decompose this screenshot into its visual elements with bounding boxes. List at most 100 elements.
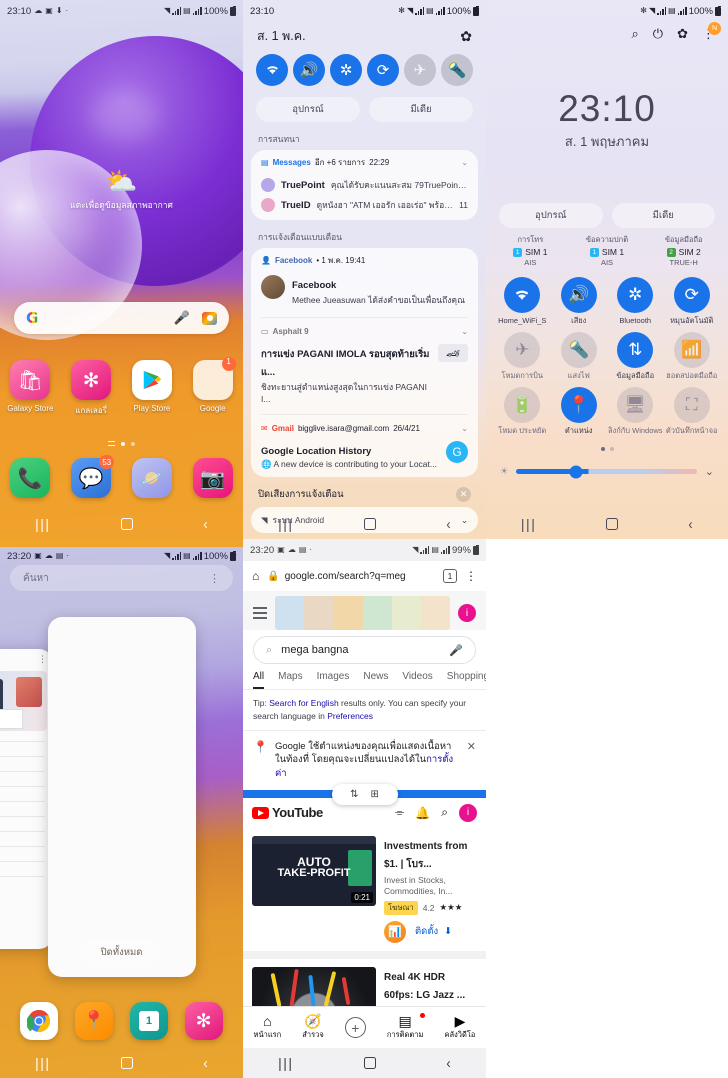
omnibox[interactable]: 🔒 google.com/search?q=meg bbox=[267, 571, 435, 582]
facebook-notification[interactable]: 👤 Facebook • 1 พ.ค. 19:41 bbox=[251, 248, 478, 273]
ad-install-row[interactable]: 📊 ติดตั้ง ⬇ bbox=[384, 920, 477, 943]
tile-flashlight[interactable]: 🔦 แสงไฟ bbox=[551, 332, 608, 380]
chrome-icon[interactable] bbox=[20, 1002, 59, 1040]
avatar[interactable]: i bbox=[459, 803, 477, 822]
home-icon[interactable]: ⌂ bbox=[252, 569, 259, 583]
dock-internet[interactable]: 🪐 bbox=[126, 458, 178, 498]
tile-sound[interactable]: 🔊 เสียง bbox=[551, 277, 608, 325]
kebab-menu-icon[interactable]: ⋮ bbox=[38, 654, 47, 665]
sim-calls[interactable]: การโทร 1 SIM 1 AIS bbox=[492, 234, 569, 267]
tile-wifi[interactable]: Home_WiFi_S bbox=[494, 277, 551, 325]
recents-search-bar[interactable]: ค้นหา ⋮ bbox=[10, 565, 233, 591]
chevron-down-icon[interactable]: ⌄ bbox=[461, 424, 468, 433]
ad-thumbnail[interactable]: AUTO TAKE-PROFIT 0:21 bbox=[252, 835, 376, 906]
search-icon[interactable]: ⌕ bbox=[441, 805, 448, 820]
page-dot[interactable] bbox=[609, 447, 614, 451]
chevron-down-icon[interactable]: ⌄ bbox=[461, 327, 468, 336]
avatar[interactable]: i bbox=[458, 604, 476, 622]
split-handle[interactable]: ⇅ ⊞ bbox=[331, 783, 398, 805]
yt-nav-create[interactable]: + bbox=[344, 1017, 366, 1038]
app-google-folder[interactable]: 1 Google bbox=[187, 357, 239, 417]
asphalt-notification-body[interactable]: การแข่ง PAGANI IMOLA รอบสุดท้ายเริ่มแ...… bbox=[251, 342, 478, 411]
power-icon[interactable]: ⏻ bbox=[653, 26, 663, 42]
page-dot-active[interactable] bbox=[600, 447, 605, 451]
google-search-widget[interactable]: G 🎤 bbox=[14, 302, 229, 334]
dock-camera[interactable]: 📷 bbox=[187, 458, 239, 498]
dock-messages[interactable]: 💬 53 bbox=[65, 455, 117, 498]
maps-icon[interactable]: 📍 bbox=[75, 1002, 114, 1040]
app-galaxy-store[interactable]: 🛍 Galaxy Store bbox=[4, 360, 56, 417]
google-search-box[interactable]: ⌕ mega bangna 🎤 bbox=[253, 636, 476, 664]
flashlight-toggle[interactable]: 🔦 bbox=[441, 54, 473, 86]
devices-pill[interactable]: อุปกรณ์ bbox=[499, 203, 603, 228]
split-screen-divider[interactable]: ⇅ ⊞ bbox=[243, 783, 486, 805]
recent-card-center[interactable] bbox=[48, 617, 196, 977]
tile-hotspot[interactable]: 📶 ฮอตสปอตมือถือ bbox=[664, 332, 721, 380]
swap-icon[interactable]: ⇅ bbox=[350, 789, 358, 800]
devices-pill[interactable]: อุปกรณ์ bbox=[256, 97, 360, 122]
tab-shopping[interactable]: Shopping bbox=[447, 671, 486, 689]
recent-card-left[interactable]: ⋮ bbox=[0, 649, 53, 949]
recents-button[interactable]: ||| bbox=[278, 1055, 293, 1071]
yt-nav-subscriptions[interactable]: ▤ การติดตาม bbox=[387, 1012, 425, 1041]
gallery-flower-icon[interactable]: ✻ bbox=[184, 1002, 223, 1040]
weather-widget[interactable]: ⛅ แตะเพื่อดูข้อมูลสภาพอากาศ bbox=[0, 168, 243, 212]
recents-button[interactable]: ||| bbox=[521, 516, 536, 532]
recents-button[interactable]: ||| bbox=[35, 1055, 50, 1071]
yt-nav-library[interactable]: ▶ คลังวิดีโอ bbox=[445, 1013, 476, 1041]
close-all-button[interactable]: ปิดทั้งหมด bbox=[80, 939, 163, 966]
tab-all[interactable]: All bbox=[253, 671, 265, 689]
sim-sms[interactable]: ข้อความปกติ 1 SIM 1 AIS bbox=[569, 234, 646, 267]
cast-icon[interactable]: ⌯ bbox=[395, 805, 405, 820]
dock-phone[interactable]: 📞 bbox=[4, 458, 56, 498]
tile-location[interactable]: 📍 ตำแหน่ง bbox=[551, 387, 608, 435]
tile-mobile-data[interactable]: ⇅ ข้อมูลมือถือ bbox=[607, 332, 664, 380]
close-icon[interactable]: ✕ bbox=[467, 740, 476, 753]
youtube-logo[interactable]: YouTube bbox=[252, 805, 323, 820]
lens-icon[interactable] bbox=[202, 311, 217, 325]
tip-link-english[interactable]: Search for English bbox=[269, 698, 338, 708]
kebab-menu-icon[interactable]: ⋮ N bbox=[702, 22, 721, 42]
notification-item[interactable]: TruePoint คุณได้รับคะแนนสะสม 79TruePoint… bbox=[251, 175, 478, 195]
wifi-toggle[interactable] bbox=[256, 54, 288, 86]
home-button[interactable] bbox=[120, 518, 133, 530]
search-icon[interactable]: ⌕ bbox=[632, 26, 639, 42]
page-dot-active[interactable] bbox=[121, 441, 125, 446]
back-button[interactable]: ‹ bbox=[203, 1055, 207, 1072]
tab-counter-button[interactable]: 1 bbox=[443, 569, 457, 583]
mic-icon[interactable]: 🎤 bbox=[449, 644, 463, 657]
tile-power-saving[interactable]: 🔋 โหมด ประหยัด bbox=[494, 387, 551, 435]
tab-images[interactable]: Images bbox=[317, 671, 350, 689]
close-icon[interactable]: ✕ bbox=[456, 487, 471, 502]
airplane-toggle[interactable]: ✈ bbox=[404, 54, 436, 86]
home-button[interactable] bbox=[606, 518, 619, 530]
slider-knob[interactable] bbox=[569, 465, 583, 478]
tile-link-windows[interactable]: 🖥 ลิงก์กับ Windows bbox=[607, 387, 664, 435]
gear-icon[interactable]: ✿ bbox=[460, 28, 472, 45]
kebab-menu-icon[interactable]: ⋮ bbox=[209, 572, 220, 585]
tile-airplane[interactable]: ✈ โหมดการบิน bbox=[494, 332, 551, 380]
gear-icon[interactable]: ✿ bbox=[677, 26, 688, 42]
tip-link-preferences[interactable]: Preferences bbox=[327, 711, 373, 721]
sound-toggle[interactable]: 🔊 bbox=[293, 54, 325, 86]
back-button[interactable]: ‹ bbox=[203, 516, 207, 533]
kebab-menu-icon[interactable]: ⋮ bbox=[465, 569, 477, 583]
app-gallery[interactable]: ✻ แกลเลอรี่ bbox=[65, 360, 117, 417]
notification-item[interactable]: TrueID ดูหนังฮา "ATM เออรัก เออเร่อ" พร้… bbox=[251, 195, 478, 215]
home-button[interactable] bbox=[120, 1057, 133, 1069]
sim-data[interactable]: ข้อมูลมือถือ 2 SIM 2 TRUE-H bbox=[645, 234, 722, 267]
hamburger-icon[interactable] bbox=[253, 607, 267, 619]
home-button[interactable] bbox=[363, 518, 376, 530]
chevron-down-icon[interactable]: ⌄ bbox=[461, 158, 468, 167]
expand-icon[interactable]: ⊞ bbox=[371, 789, 379, 800]
yt-nav-explore[interactable]: 🧭 สำรวจ bbox=[302, 1013, 323, 1041]
recents-button[interactable]: ||| bbox=[278, 516, 293, 532]
tile-screen-recorder[interactable]: ⛶ ตัวบันทึกหน้าจอ bbox=[664, 387, 721, 435]
ad-install-button[interactable]: ติดตั้ง ⬇ bbox=[415, 924, 452, 939]
tab-maps[interactable]: Maps bbox=[278, 671, 302, 689]
gmail-notification-body[interactable]: Google Location History 🌐 A new device i… bbox=[251, 439, 478, 477]
facebook-notification-body[interactable]: Facebook Methee Jueasuwan ได้ส่งคำขอเป็น… bbox=[251, 273, 478, 314]
back-button[interactable]: ‹ bbox=[688, 516, 692, 533]
tab-videos[interactable]: Videos bbox=[402, 671, 432, 689]
tile-auto-rotate[interactable]: ⟳ หมุนอัตโนมัติ bbox=[664, 277, 721, 325]
